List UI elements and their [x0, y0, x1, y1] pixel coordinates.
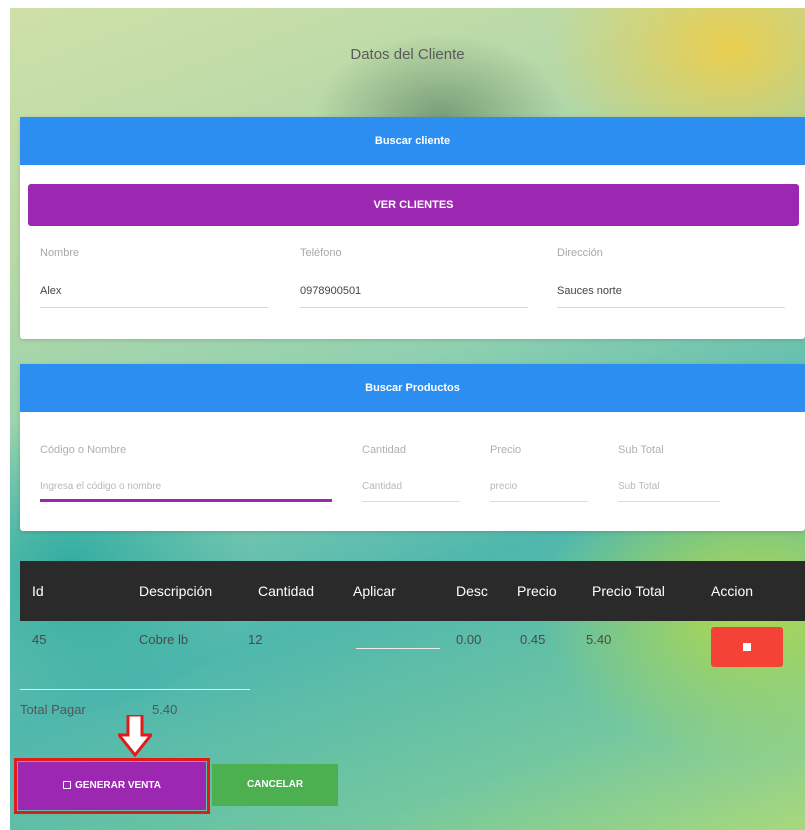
subtotal-label: Sub Total — [618, 444, 664, 456]
cell-descripcion: Cobre lb — [139, 632, 189, 647]
client-card-header: Buscar cliente — [20, 117, 805, 165]
telefono-label: Teléfono — [300, 247, 342, 259]
th-accion: Accion — [711, 583, 754, 599]
cell-cantidad: 12 — [248, 632, 263, 647]
th-precio-total: Precio Total — [592, 583, 665, 599]
aplicar-input[interactable] — [356, 648, 440, 649]
delete-icon — [743, 643, 751, 651]
products-card-header: Buscar Productos — [20, 364, 805, 412]
precio-input[interactable]: precio — [490, 472, 588, 502]
precio-label: Precio — [490, 444, 522, 456]
page-title: Datos del Cliente — [350, 46, 465, 63]
telefono-field[interactable]: Teléfono 0978900501 — [300, 247, 528, 308]
direccion-label: Dirección — [557, 247, 603, 259]
subtotal-input[interactable]: Sub Total — [618, 472, 720, 502]
th-precio: Precio — [517, 583, 557, 599]
nombre-label: Nombre — [40, 247, 80, 259]
page: Datos del Cliente Buscar cliente Nombre … — [10, 8, 805, 830]
save-icon — [63, 781, 72, 789]
cantidad-input[interactable]: Cantidad — [362, 472, 460, 502]
generar-venta-button[interactable]: GENERAR VENTA — [14, 758, 210, 814]
cancelar-button[interactable]: CANCELAR — [212, 764, 338, 806]
codigo-input[interactable]: Ingresa el código o nombre — [40, 472, 332, 502]
telefono-underline — [300, 307, 528, 308]
nombre-underline — [40, 307, 268, 308]
th-desc: Desc — [456, 583, 488, 599]
cell-desc: 0.00 — [456, 632, 482, 647]
th-id: Id — [32, 583, 44, 599]
table-header: Id Descripción Cantidad Aplicar Desc Pre… — [20, 561, 805, 621]
ver-clientes-button[interactable]: VER CLIENTES — [28, 184, 799, 226]
cell-id: 45 — [32, 632, 47, 647]
cantidad-label: Cantidad — [362, 444, 407, 456]
nombre-field[interactable]: Nombre Alex — [40, 247, 268, 308]
direccion-underline — [557, 307, 785, 308]
direccion-field[interactable]: Dirección Sauces norte — [557, 247, 785, 308]
direccion-value: Sauces norte — [557, 285, 622, 297]
cell-precio-total: 5.40 — [586, 632, 612, 647]
generar-venta-label: GENERAR VENTA — [75, 780, 161, 791]
total-value: 5.40 — [152, 702, 178, 717]
total-label: Total Pagar — [20, 702, 86, 717]
telefono-value: 0978900501 — [300, 285, 362, 297]
divider — [20, 689, 250, 690]
nombre-value: Alex — [40, 285, 62, 297]
cell-precio: 0.45 — [520, 632, 546, 647]
codigo-label: Código o Nombre — [40, 444, 127, 456]
client-card: Buscar cliente Nombre Alex Teléfono 0978… — [20, 117, 805, 339]
th-descripcion: Descripción — [139, 583, 213, 599]
th-aplicar: Aplicar — [353, 583, 396, 599]
delete-button[interactable] — [711, 627, 783, 667]
th-cantidad: Cantidad — [258, 583, 315, 599]
products-card: Buscar Productos Código o Nombre Ingresa… — [20, 364, 805, 531]
down-arrow-icon — [118, 715, 152, 757]
